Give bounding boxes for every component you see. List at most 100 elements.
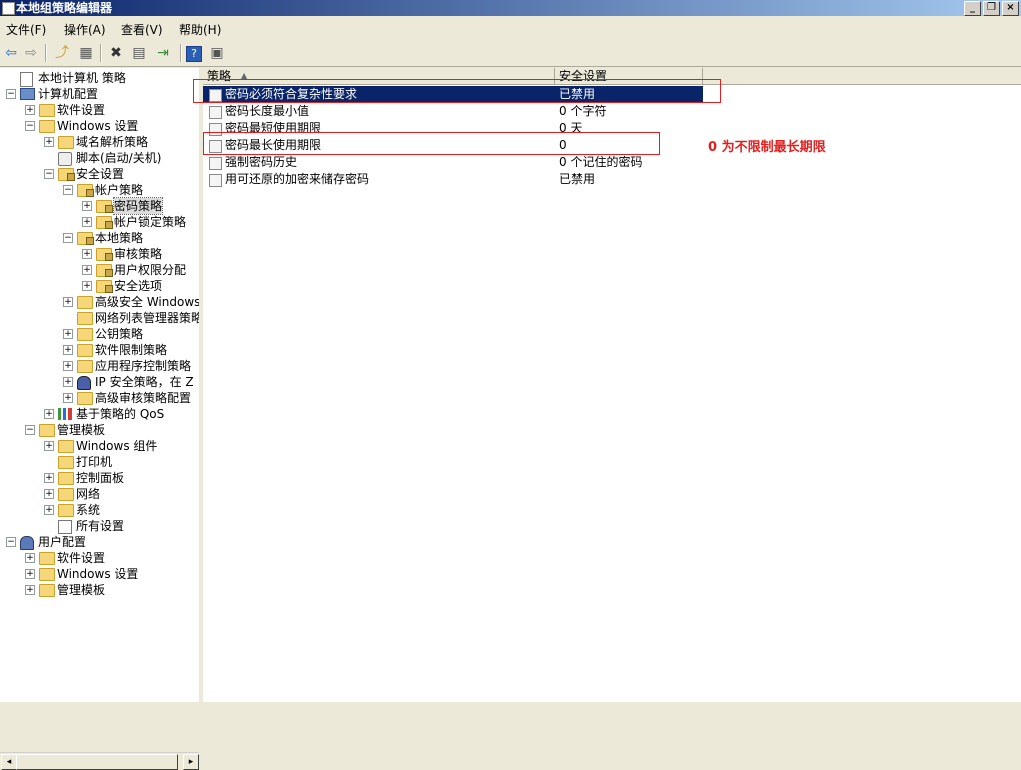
collapse-icon[interactable]: − bbox=[6, 537, 16, 547]
back-arrow-icon[interactable]: ⇦ bbox=[2, 44, 20, 62]
up-folder-icon[interactable]: ⤴ bbox=[53, 44, 71, 62]
lock-icon bbox=[105, 253, 113, 261]
tree-node-label: 帐户策略 bbox=[95, 183, 144, 197]
expand-icon[interactable]: + bbox=[25, 569, 35, 579]
all-settings-icon bbox=[58, 520, 72, 534]
tree-horizontal-scrollbar[interactable]: ◂ ▸ bbox=[0, 752, 199, 770]
expand-icon[interactable]: + bbox=[63, 297, 73, 307]
expand-icon[interactable]: + bbox=[63, 393, 73, 403]
computer-icon bbox=[20, 88, 35, 100]
expand-icon[interactable]: + bbox=[63, 345, 73, 355]
close-button[interactable]: × bbox=[1002, 1, 1019, 16]
console-icon[interactable]: ▣ bbox=[208, 44, 226, 62]
menu-view[interactable]: 查看(V) bbox=[121, 21, 163, 38]
minimize-button[interactable]: _ bbox=[964, 1, 981, 16]
expand-icon[interactable]: + bbox=[82, 201, 92, 211]
security-folder-icon bbox=[96, 216, 113, 229]
annotation-highlight-complexity bbox=[193, 79, 721, 103]
expand-icon[interactable]: + bbox=[44, 409, 54, 419]
tree-node-label: 本地计算机 策略 bbox=[38, 71, 126, 85]
scroll-left-icon[interactable]: ◂ bbox=[1, 754, 17, 770]
tree-node-label: 高级安全 Windows bbox=[95, 295, 201, 309]
tree-node-label: 用户权限分配 bbox=[114, 263, 187, 277]
expand-icon[interactable]: + bbox=[44, 473, 54, 483]
tree-node-label: 用户配置 bbox=[38, 535, 87, 549]
menu-action[interactable]: 操作(A) bbox=[64, 21, 106, 38]
policy-setting-value: 0 个记住的密码 bbox=[559, 155, 643, 169]
policy-row[interactable]: 用可还原的加密来储存密码 已禁用 bbox=[203, 171, 1021, 188]
tree-node-label: 审核策略 bbox=[114, 247, 163, 261]
scroll-right-icon[interactable]: ▸ bbox=[183, 754, 199, 770]
lock-icon bbox=[67, 173, 75, 181]
tree-node-label: 安全设置 bbox=[76, 167, 125, 181]
tree-node-label: 密码策略 bbox=[112, 197, 164, 215]
policy-row[interactable]: 强制密码历史 0 个记住的密码 bbox=[203, 154, 1021, 171]
folder-icon bbox=[58, 456, 74, 469]
annotation-note: 0 为不限制最长期限 bbox=[708, 140, 826, 155]
expand-icon[interactable]: + bbox=[63, 361, 73, 371]
expand-icon[interactable]: + bbox=[82, 217, 92, 227]
lock-icon bbox=[105, 205, 113, 213]
forward-arrow-icon[interactable]: ⇨ bbox=[22, 44, 40, 62]
folder-icon bbox=[58, 472, 74, 485]
expand-icon[interactable]: + bbox=[44, 489, 54, 499]
tree-node-label: 所有设置 bbox=[76, 519, 125, 533]
lock-icon bbox=[86, 237, 94, 245]
ip-security-icon bbox=[77, 376, 91, 390]
expand-icon[interactable]: + bbox=[63, 377, 73, 387]
annotation-highlight-max-age bbox=[203, 132, 660, 155]
toolbar-separator bbox=[45, 44, 47, 62]
security-folder-icon bbox=[77, 232, 94, 245]
tree-node-label: 网络 bbox=[76, 487, 101, 501]
expand-icon[interactable]: + bbox=[44, 505, 54, 515]
expand-icon[interactable]: + bbox=[44, 137, 54, 147]
folder-icon bbox=[39, 584, 55, 597]
policy-row[interactable]: 密码长度最小值 0 个字符 bbox=[203, 103, 1021, 120]
menu-bar: 文件(F) 操作(A) 查看(V) 帮助(H) bbox=[0, 17, 1021, 39]
tree-node-label: 安全选项 bbox=[114, 279, 163, 293]
security-folder-icon bbox=[58, 168, 75, 181]
scrollbar-thumb[interactable] bbox=[16, 754, 178, 770]
script-icon bbox=[58, 152, 72, 166]
collapse-icon[interactable]: − bbox=[63, 233, 73, 243]
show-hide-tree-icon[interactable]: ▦ bbox=[77, 44, 95, 62]
security-folder-icon bbox=[96, 200, 113, 213]
collapse-icon[interactable]: − bbox=[44, 169, 54, 179]
toolbar: ⇦ ⇨ ⤴ ▦ ✖ ▤ ⇥ ? ▣ bbox=[0, 40, 1021, 67]
expand-icon[interactable]: + bbox=[25, 585, 35, 595]
collapse-icon[interactable]: − bbox=[63, 185, 73, 195]
user-icon bbox=[20, 536, 34, 550]
expand-icon[interactable]: + bbox=[82, 249, 92, 259]
folder-icon bbox=[39, 552, 55, 565]
security-folder-icon bbox=[77, 184, 94, 197]
policy-setting-icon bbox=[209, 106, 222, 119]
help-icon[interactable]: ? bbox=[186, 46, 202, 62]
folder-icon bbox=[77, 392, 93, 405]
policy-list-pane: 策略 ▲ 安全设置 密码必须符合复杂性要求 已禁用 密码长度最小值 0 个字符 密码最短… bbox=[203, 68, 1021, 702]
collapse-icon[interactable]: − bbox=[25, 425, 35, 435]
tree-node-label: 软件设置 bbox=[57, 103, 106, 117]
tree-node-label: Windows 组件 bbox=[76, 439, 158, 453]
delete-icon[interactable]: ✖ bbox=[107, 44, 125, 62]
expand-icon[interactable]: + bbox=[63, 329, 73, 339]
export-list-icon[interactable]: ⇥ bbox=[154, 44, 172, 62]
properties-icon[interactable]: ▤ bbox=[130, 44, 148, 62]
tree-node-label: 系统 bbox=[76, 503, 101, 517]
security-folder-icon bbox=[96, 264, 113, 277]
folder-icon bbox=[39, 104, 55, 117]
folder-icon bbox=[58, 136, 74, 149]
collapse-icon[interactable]: − bbox=[25, 121, 35, 131]
expand-icon[interactable]: + bbox=[82, 265, 92, 275]
collapse-icon[interactable]: − bbox=[6, 89, 16, 99]
tree-node-label: 管理模板 bbox=[57, 423, 106, 437]
menu-help[interactable]: 帮助(H) bbox=[179, 21, 221, 38]
menu-file[interactable]: 文件(F) bbox=[6, 21, 46, 38]
restore-button[interactable]: ❐ bbox=[983, 1, 1000, 16]
tree-node-label: 高级审核策略配置 bbox=[95, 391, 192, 405]
folder-icon bbox=[77, 296, 93, 309]
toolbar-separator bbox=[180, 44, 182, 62]
expand-icon[interactable]: + bbox=[25, 553, 35, 563]
expand-icon[interactable]: + bbox=[25, 105, 35, 115]
expand-icon[interactable]: + bbox=[82, 281, 92, 291]
expand-icon[interactable]: + bbox=[44, 441, 54, 451]
